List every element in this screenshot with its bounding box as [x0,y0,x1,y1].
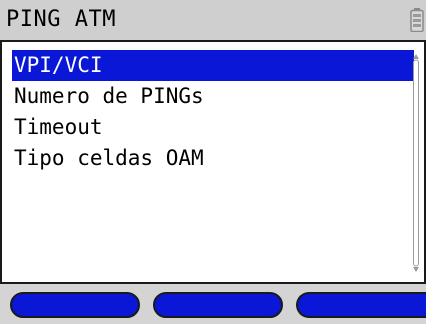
menu-item-tipo-celdas-oam[interactable]: Tipo celdas OAM [12,143,414,174]
menu-item-timeout[interactable]: Timeout [12,112,414,143]
battery-icon [410,8,424,32]
menu-list: VPI/VCI Numero de PINGs Timeout Tipo cel… [12,50,414,174]
softkey-bar [0,284,426,324]
menu-item-vpi-vci[interactable]: VPI/VCI [12,50,414,81]
device-screen: PING ATM VPI/VCI Numero de PINGs Timeout… [0,0,426,324]
menu-panel: VPI/VCI Numero de PINGs Timeout Tipo cel… [0,42,426,284]
scrollbar-icon[interactable] [412,54,420,272]
title-bar: PING ATM [0,0,426,42]
softkey-right-button[interactable] [296,292,426,318]
softkey-middle-button[interactable] [153,292,283,318]
softkey-left-button[interactable] [10,292,140,318]
menu-item-numero-de-pings[interactable]: Numero de PINGs [12,81,414,112]
page-title: PING ATM [6,7,116,32]
